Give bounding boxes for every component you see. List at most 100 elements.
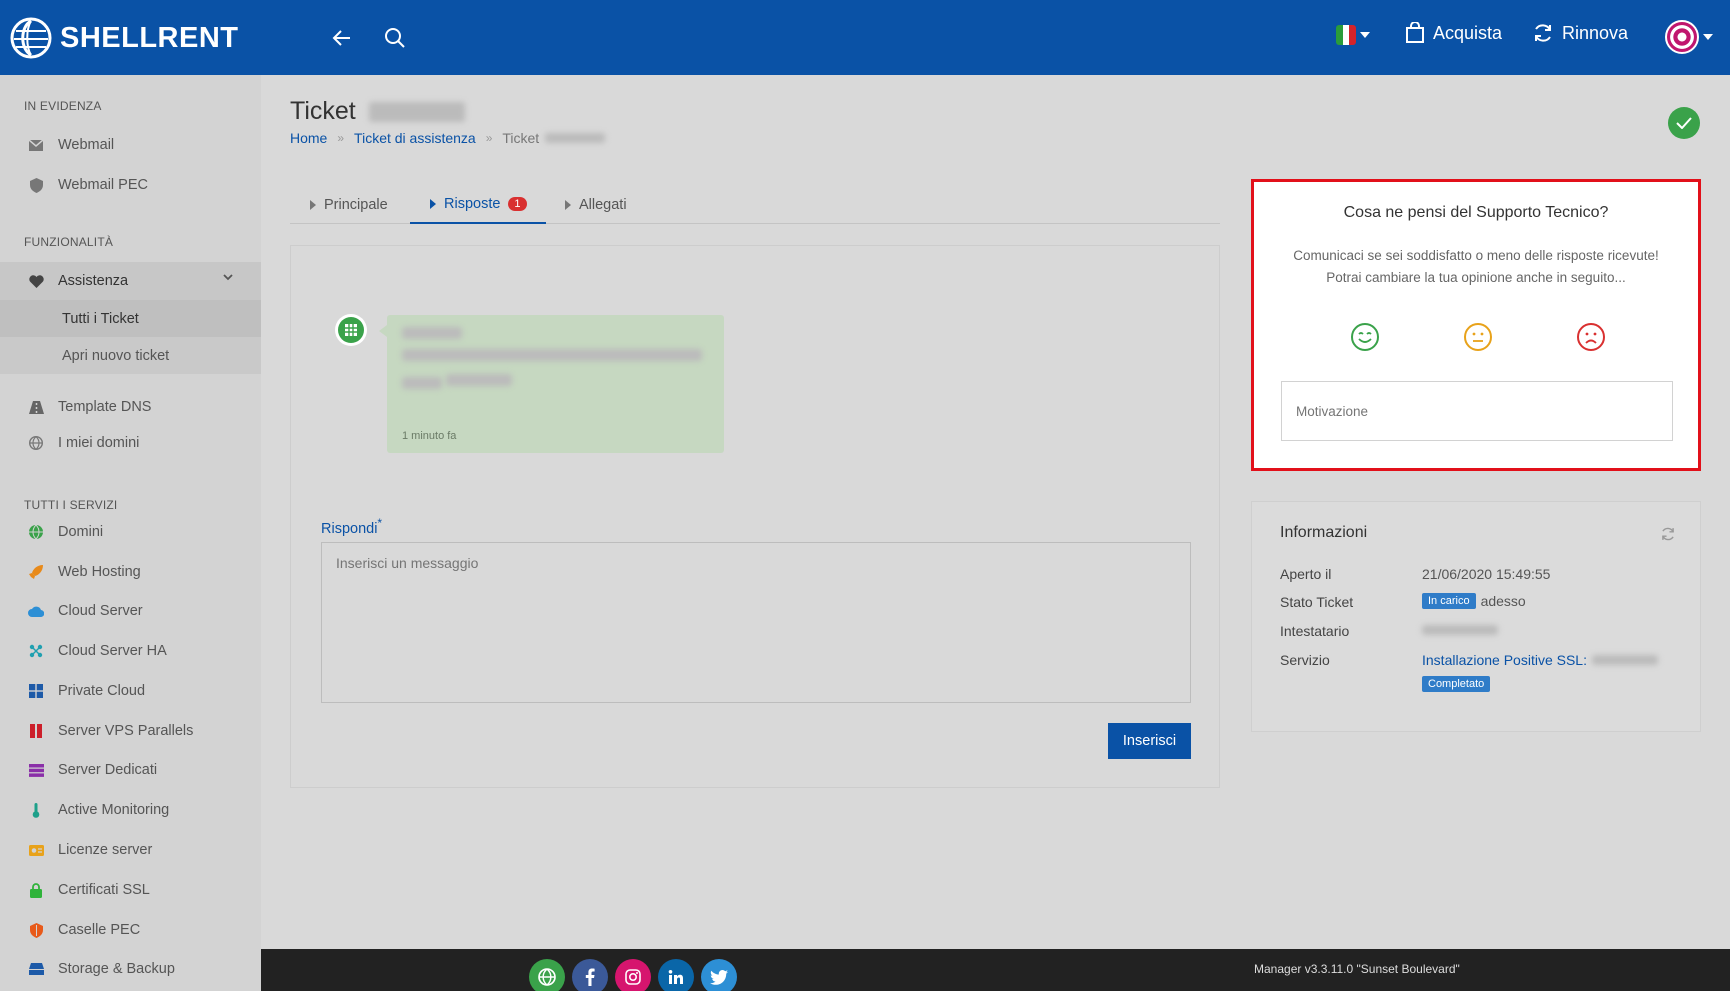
twitter-icon[interactable] <box>701 959 737 991</box>
facebook-icon[interactable] <box>572 959 608 991</box>
sidebar-item-new-ticket[interactable]: Apri nuovo ticket <box>0 337 261 374</box>
parallels-icon <box>28 723 44 739</box>
neutral-face-icon[interactable] <box>1463 322 1493 352</box>
tab-allegati[interactable]: Allegati <box>545 186 647 224</box>
tab-principale[interactable]: Principale <box>290 186 408 224</box>
page-title-text: Ticket <box>290 97 356 125</box>
envelope-icon <box>28 137 44 153</box>
redacted-domain <box>1591 655 1658 665</box>
shellrent-logo[interactable]: SHELLRENT <box>10 12 239 64</box>
sidebar-item-vps-parallels[interactable]: Server VPS Parallels <box>0 713 261 749</box>
opened-value: 21/06/2020 15:49:55 <box>1422 566 1550 582</box>
sidebar-item-label: Active Monitoring <box>58 802 170 818</box>
windows-icon <box>28 683 44 699</box>
sidebar-item-server-dedicati[interactable]: Server Dedicati <box>0 752 261 788</box>
redacted-text <box>402 349 702 361</box>
renew-label: Rinnova <box>1562 22 1629 43</box>
reply-label-text: Rispondi <box>321 520 378 537</box>
breadcrumb-current: Ticket <box>502 130 540 146</box>
service-link[interactable]: Installazione Positive SSL: <box>1422 652 1587 668</box>
footer: Manager v3.3.11.0 "Sunset Boulevard" <box>261 949 1730 991</box>
sidebar-item-template-dns[interactable]: Template DNS <box>0 389 261 425</box>
sidebar-item-label: Server Dedicati <box>58 762 158 778</box>
feedback-motivation-input[interactable] <box>1281 381 1673 441</box>
sidebar-item-private-cloud[interactable]: Private Cloud <box>0 673 261 709</box>
caret-down-icon <box>1360 32 1370 38</box>
shell-logo-icon <box>10 17 52 59</box>
caret-down-icon <box>1703 34 1713 40</box>
service-value: Installazione Positive SSL: <box>1422 652 1658 668</box>
refresh-icon[interactable] <box>1660 526 1676 542</box>
replies-count-badge: 1 <box>508 197 527 211</box>
sidebar-item-active-monitoring[interactable]: Active Monitoring <box>0 792 261 828</box>
sidebar-item-caselle-pec[interactable]: Caselle PEC <box>0 912 261 948</box>
rating-faces <box>1350 322 1606 352</box>
language-selector[interactable] <box>1336 25 1370 45</box>
sidebar-item-assistenza[interactable]: Assistenza <box>0 262 261 300</box>
status-when: adesso <box>1480 593 1526 609</box>
cloud-icon <box>28 603 44 619</box>
heart-pulse-icon <box>28 273 44 289</box>
lock-icon <box>28 882 44 898</box>
breadcrumb-home[interactable]: Home <box>290 130 327 146</box>
sidebar-item-label: Caselle PEC <box>58 922 141 938</box>
breadcrumb-separator: » <box>485 131 493 145</box>
storage-icon <box>28 961 44 977</box>
shield-icon <box>28 177 44 193</box>
info-title: Informazioni <box>1280 524 1368 541</box>
tab-risposte[interactable]: Risposte 1 <box>410 186 546 224</box>
reply-textarea[interactable] <box>321 542 1191 703</box>
status-label: Stato Ticket <box>1280 594 1354 610</box>
chevron-down-icon <box>223 274 233 281</box>
network-icon <box>28 643 44 659</box>
sidebar-item-domini[interactable]: Domini <box>0 514 261 550</box>
sidebar-item-storage-backup[interactable]: Storage & Backup <box>0 951 261 987</box>
license-icon <box>28 842 44 858</box>
sidebar-item-label: Template DNS <box>58 399 152 415</box>
website-globe-icon[interactable] <box>529 959 565 991</box>
breadcrumb-separator: » <box>337 131 345 145</box>
back-arrow-icon[interactable] <box>328 24 356 52</box>
replies-panel: 1 minuto fa Rispondi* Inserisci <box>290 245 1220 788</box>
section-services-heading: TUTTI I SERVIZI <box>24 498 118 512</box>
instagram-icon[interactable] <box>615 959 651 991</box>
sidebar-item-all-tickets[interactable]: Tutti i Ticket <box>0 300 261 337</box>
server-icon <box>28 762 44 778</box>
sidebar-item-cloud-server-ha[interactable]: Cloud Server HA <box>0 633 261 669</box>
feedback-description: Comunicaci se sei soddisfatto o meno del… <box>1254 245 1698 289</box>
sidebar-item-web-hosting[interactable]: Web Hosting <box>0 554 261 590</box>
required-mark: * <box>377 516 383 530</box>
sidebar-item-label: Certificati SSL <box>58 882 150 898</box>
sidebar-item-label: Tutti i Ticket <box>62 310 139 327</box>
linkedin-icon[interactable] <box>658 959 694 991</box>
resolved-check-icon[interactable] <box>1668 107 1700 139</box>
buy-label: Acquista <box>1433 22 1503 43</box>
avatar <box>1665 20 1699 54</box>
sidebar-item-my-domains[interactable]: I miei domini <box>0 425 261 461</box>
breadcrumb-tickets[interactable]: Ticket di assistenza <box>354 130 476 146</box>
section-featured-heading: IN EVIDENZA <box>24 99 102 113</box>
sidebar-item-webmail-pec[interactable]: Webmail PEC <box>0 167 261 203</box>
submit-reply-button[interactable]: Inserisci <box>1108 723 1191 759</box>
status-value: In carico adesso <box>1422 593 1526 609</box>
buy-button[interactable]: Acquista <box>1405 22 1502 44</box>
top-navbar: SHELLRENT Acquista Rinnova <box>0 0 1730 75</box>
sad-face-icon[interactable] <box>1576 322 1606 352</box>
shield-icon <box>28 922 44 938</box>
sidebar-item-label: I miei domini <box>58 435 140 451</box>
sidebar-item-cloud-server[interactable]: Cloud Server <box>0 593 261 629</box>
search-icon[interactable] <box>381 24 409 52</box>
happy-face-icon[interactable] <box>1350 322 1380 352</box>
redacted-text <box>402 377 442 389</box>
sidebar-item-certificati-ssl[interactable]: Certificati SSL <box>0 872 261 908</box>
sidebar-item-webmail[interactable]: Webmail <box>0 127 261 163</box>
service-label: Servizio <box>1280 652 1330 668</box>
sidebar-item-label: Storage & Backup <box>58 961 175 977</box>
support-avatar-icon <box>335 314 367 346</box>
renew-button[interactable]: Rinnova <box>1532 22 1628 44</box>
user-menu[interactable] <box>1665 20 1713 54</box>
opened-date: 21/06/2020 15:49:55 <box>1422 566 1551 582</box>
refresh-icon <box>1535 24 1551 42</box>
sidebar-item-licenze-server[interactable]: Licenze server <box>0 832 261 868</box>
sidebar-item-label: Assistenza <box>58 273 129 289</box>
